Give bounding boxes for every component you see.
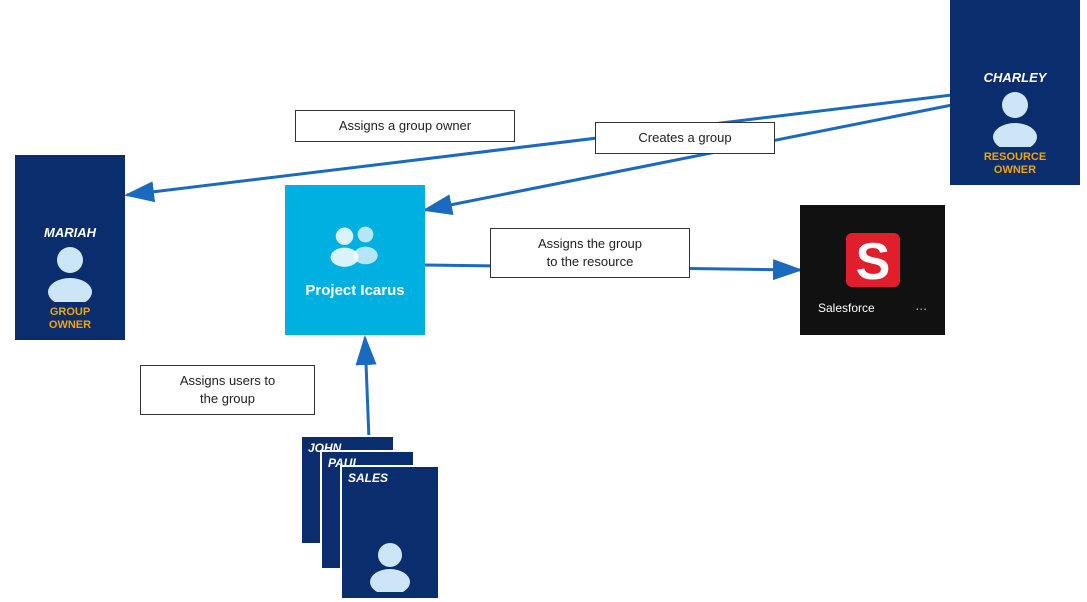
sales-avatar-icon xyxy=(366,540,414,592)
assigns-users-label: Assigns users to the group xyxy=(140,365,315,415)
assigns-group-owner-label: Assigns a group owner xyxy=(295,110,515,142)
project-group-card: Project Icarus xyxy=(285,185,425,335)
charley-role: RESOURCE OWNER xyxy=(984,151,1046,177)
assigns-group-resource-text: Assigns the group to the resource xyxy=(538,236,642,269)
salesforce-name: Salesforce xyxy=(818,301,875,315)
sales-name: SALES xyxy=(348,471,388,485)
group-name-label: Project Icarus xyxy=(305,282,404,299)
salesforce-logo-icon: S S xyxy=(838,225,908,295)
creates-group-label: Creates a group xyxy=(595,122,775,154)
salesforce-dots: ... xyxy=(915,297,927,313)
charley-avatar-icon xyxy=(985,87,1045,147)
assigns-users-text: Assigns users to the group xyxy=(180,373,275,406)
salesforce-card: S S Salesforce ... xyxy=(800,205,945,335)
assigns-group-owner-text: Assigns a group owner xyxy=(339,118,471,133)
charley-name: CHARLEY xyxy=(980,68,1051,87)
mariah-name: MARIAH xyxy=(40,223,100,242)
mariah-avatar-icon xyxy=(40,242,100,302)
svg-text:S: S xyxy=(855,233,890,291)
charley-card: CHARLEY RESOURCE OWNER xyxy=(950,0,1080,185)
mariah-role: GROUP OWNER xyxy=(49,306,91,332)
mariah-card: MARIAH GROUP OWNER xyxy=(15,155,125,340)
salesforce-bottom-row: Salesforce ... xyxy=(810,295,935,315)
assigns-group-resource-label: Assigns the group to the resource xyxy=(490,228,690,278)
creates-group-text: Creates a group xyxy=(638,130,731,145)
group-icon xyxy=(320,221,390,276)
sales-card: SALES xyxy=(340,465,440,600)
